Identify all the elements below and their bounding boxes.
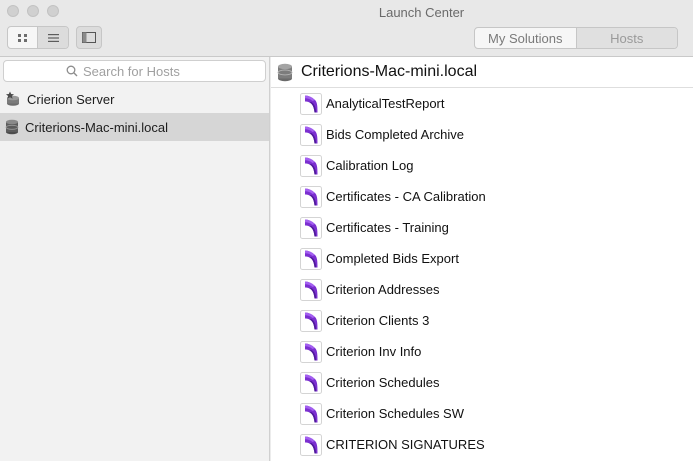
sidebar-item-label: Criterions-Mac-mini.local	[25, 119, 169, 135]
file-row[interactable]: Criterion Schedules SW	[271, 398, 693, 429]
list-icon	[47, 33, 59, 42]
file-row[interactable]: Calibration Log	[271, 150, 693, 181]
database-icon	[277, 63, 293, 81]
window-title: Launch Center	[378, 5, 465, 20]
filemaker-file-icon	[300, 402, 322, 425]
search-input[interactable]	[83, 63, 203, 79]
file-label: Criterion Clients 3	[326, 313, 430, 328]
grid-view-button[interactable]	[8, 27, 38, 48]
file-label: Completed Bids Export	[326, 251, 459, 266]
view-mode-toggle	[7, 26, 69, 49]
file-row[interactable]: AnalyticalTestReport	[271, 88, 693, 119]
filemaker-file-icon	[300, 185, 322, 208]
hosts-sidebar: Crierion Server Criterions-Mac-mini.loca…	[0, 57, 270, 461]
sidebar-toggle-button[interactable]	[76, 26, 102, 49]
file-row[interactable]: Criterion Addresses	[271, 274, 693, 305]
database-icon	[5, 119, 19, 135]
window-titlebar: Launch Center My Solutions Hosts	[0, 0, 693, 57]
host-files-panel: Criterions-Mac-mini.local AnalyticalTest…	[271, 57, 693, 461]
file-row[interactable]: Criterion Clients 3	[271, 305, 693, 336]
filemaker-file-icon	[300, 123, 322, 146]
file-row[interactable]: Certificates - Training	[271, 212, 693, 243]
file-row[interactable]: Completed Bids Export	[271, 243, 693, 274]
filemaker-file-icon	[300, 309, 322, 332]
sidebar-icon	[82, 32, 96, 43]
file-row[interactable]: Certificates - CA Calibration	[271, 181, 693, 212]
file-row[interactable]: CRITERION SIGNATURES	[271, 429, 693, 460]
file-label: Certificates - CA Calibration	[326, 189, 486, 204]
file-label: CRITERION SIGNATURES	[326, 437, 485, 452]
file-row[interactable]: Criterion Inv Info	[271, 336, 693, 367]
file-label: Certificates - Training	[326, 220, 449, 235]
server-star-icon	[6, 91, 19, 106]
file-row[interactable]: Bids Completed Archive	[271, 119, 693, 150]
search-icon	[66, 65, 78, 77]
list-view-button[interactable]	[38, 27, 68, 48]
file-label: Criterion Addresses	[326, 282, 440, 297]
filemaker-file-icon	[300, 154, 322, 177]
filemaker-file-icon	[300, 216, 322, 239]
filemaker-file-icon	[300, 433, 322, 456]
search-field[interactable]	[3, 60, 266, 82]
host-header: Criterions-Mac-mini.local	[271, 57, 693, 88]
file-label: AnalyticalTestReport	[326, 96, 445, 111]
file-label: Criterion Schedules	[326, 375, 440, 390]
tab-my-solutions[interactable]: My Solutions	[475, 28, 576, 48]
grid-icon	[17, 33, 27, 42]
tab-hosts[interactable]: Hosts	[575, 28, 677, 48]
filemaker-file-icon	[300, 278, 322, 301]
host-title: Criterions-Mac-mini.local	[301, 63, 478, 80]
solutions-hosts-segmented-control: My Solutions Hosts	[474, 27, 678, 49]
filemaker-file-icon	[300, 92, 322, 115]
file-label: Criterion Inv Info	[326, 344, 422, 359]
file-row[interactable]: Criterion Schedules	[271, 367, 693, 398]
solutions-list: AnalyticalTestReport Bids Completed Archi…	[271, 88, 693, 460]
filemaker-file-icon	[300, 371, 322, 394]
sidebar-item-criterions-mac-mini[interactable]: Criterions-Mac-mini.local	[0, 113, 269, 141]
filemaker-file-icon	[300, 247, 322, 270]
sidebar-item-crierion-server[interactable]: Crierion Server	[0, 85, 269, 113]
file-label: Calibration Log	[326, 158, 414, 173]
sidebar-item-label: Crierion Server	[27, 91, 115, 107]
file-label: Bids Completed Archive	[326, 127, 465, 142]
file-label: Criterion Schedules SW	[326, 406, 464, 421]
filemaker-file-icon	[300, 340, 322, 363]
